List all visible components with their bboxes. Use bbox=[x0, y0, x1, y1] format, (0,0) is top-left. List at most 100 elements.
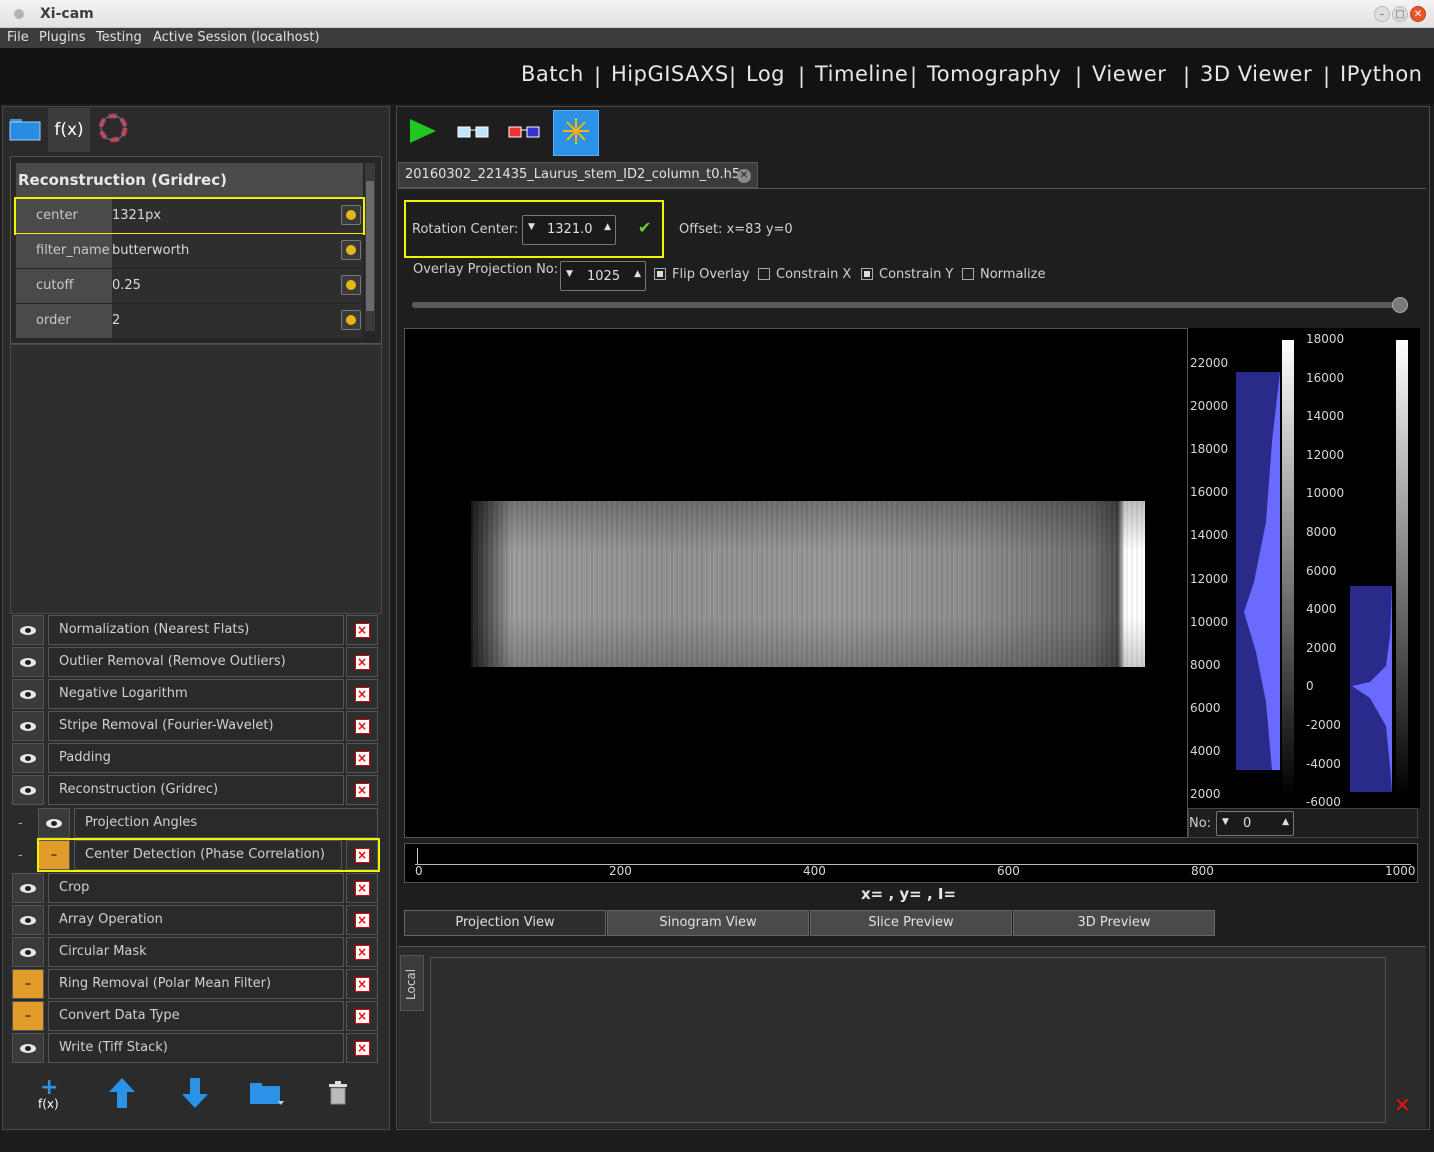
projection-image-view[interactable] bbox=[404, 328, 1188, 838]
param-value[interactable]: butterworth bbox=[112, 243, 189, 258]
constrain-y-checkbox[interactable]: Constrain Y bbox=[861, 267, 953, 282]
visibility-toggle[interactable] bbox=[12, 743, 44, 773]
param-row-order[interactable]: order 2 bbox=[16, 304, 363, 338]
move-up-button[interactable] bbox=[102, 1075, 142, 1115]
tab-lifesaver[interactable] bbox=[92, 108, 134, 152]
param-value[interactable]: 0.25 bbox=[112, 278, 141, 293]
param-row-center[interactable]: center 1321px bbox=[14, 197, 365, 235]
tab-local[interactable]: Local bbox=[400, 955, 424, 1011]
nav-ipython[interactable]: IPython bbox=[1340, 62, 1423, 86]
function-row[interactable]: Circular Mask × bbox=[12, 937, 380, 967]
visibility-toggle[interactable] bbox=[38, 840, 70, 870]
visibility-toggle[interactable] bbox=[12, 615, 44, 645]
param-value[interactable]: 2 bbox=[112, 313, 120, 328]
histogram-projection[interactable]: 18000 16000 14000 12000 10000 8000 6000 4000 200… bbox=[1302, 328, 1420, 809]
function-row[interactable]: Convert Data Type × bbox=[12, 1001, 380, 1031]
function-name[interactable]: Projection Angles bbox=[74, 808, 378, 838]
gradient-bar[interactable] bbox=[1396, 340, 1408, 796]
nav-hipgisaxs[interactable]: HipGISAXS bbox=[611, 62, 729, 86]
param-row-cutoff[interactable]: cutoff 0.25 bbox=[16, 269, 363, 303]
param-scrollbar[interactable] bbox=[365, 163, 375, 331]
nav-viewer[interactable]: Viewer bbox=[1092, 62, 1166, 86]
function-name[interactable]: Array Operation bbox=[48, 905, 344, 935]
function-row[interactable]: Crop × bbox=[12, 873, 380, 903]
gradient-bar[interactable] bbox=[1282, 340, 1294, 796]
delete-function-button[interactable]: × bbox=[346, 711, 378, 741]
function-name[interactable]: Circular Mask bbox=[48, 937, 344, 967]
tab-projection-view[interactable]: Projection View bbox=[404, 910, 606, 936]
visibility-toggle[interactable] bbox=[38, 808, 70, 838]
tab-sinogram-view[interactable]: Sinogram View bbox=[607, 910, 809, 936]
tab-files[interactable] bbox=[4, 108, 46, 152]
function-name[interactable]: Negative Logarithm bbox=[48, 679, 344, 709]
delete-function-button[interactable]: × bbox=[346, 647, 378, 677]
spin-up-icon[interactable]: ▲ bbox=[634, 269, 641, 279]
move-down-button[interactable] bbox=[175, 1075, 215, 1115]
function-name[interactable]: Convert Data Type bbox=[48, 1001, 344, 1031]
timeline-marker[interactable] bbox=[417, 848, 418, 864]
delete-function-button[interactable]: × bbox=[346, 840, 378, 870]
nav-3d-viewer[interactable]: 3D Viewer bbox=[1200, 62, 1312, 86]
visibility-toggle[interactable] bbox=[12, 937, 44, 967]
histogram-overlay[interactable]: 22000 20000 18000 16000 14000 12000 10000 8000 6… bbox=[1188, 328, 1302, 808]
visibility-toggle[interactable] bbox=[12, 1001, 44, 1031]
visibility-toggle[interactable] bbox=[12, 647, 44, 677]
center-detection-button[interactable] bbox=[553, 110, 599, 156]
minimize-icon[interactable]: – bbox=[1374, 6, 1390, 22]
visibility-toggle[interactable] bbox=[12, 905, 44, 935]
tab-3d-preview[interactable]: 3D Preview bbox=[1013, 910, 1215, 936]
function-row[interactable]: Array Operation × bbox=[12, 905, 380, 935]
frame-number-spinbox[interactable]: ▼ 0 ▲ bbox=[1216, 811, 1294, 836]
delete-function-button[interactable]: × bbox=[346, 905, 378, 935]
function-row[interactable]: Outlier Removal (Remove Outliers) × bbox=[12, 647, 380, 677]
delete-function-button[interactable]: × bbox=[346, 1001, 378, 1031]
param-value[interactable]: 1321px bbox=[112, 208, 161, 223]
reset-icon[interactable] bbox=[341, 310, 361, 330]
spin-down-icon[interactable]: ▼ bbox=[528, 222, 535, 232]
delete-function-button[interactable]: × bbox=[346, 873, 378, 903]
function-row[interactable]: Ring Removal (Polar Mean Filter) × bbox=[12, 969, 380, 999]
nav-batch[interactable]: Batch bbox=[521, 62, 584, 86]
delete-function-button[interactable]: × bbox=[346, 679, 378, 709]
delete-function-button[interactable]: × bbox=[346, 1033, 378, 1063]
visibility-toggle[interactable] bbox=[12, 873, 44, 903]
nav-tomography[interactable]: Tomography bbox=[927, 62, 1061, 86]
function-name[interactable]: Ring Removal (Polar Mean Filter) bbox=[48, 969, 344, 999]
param-row-filter-name[interactable]: filter_name butterworth bbox=[16, 234, 363, 268]
delete-function-button[interactable]: × bbox=[346, 775, 378, 805]
visibility-toggle[interactable] bbox=[12, 711, 44, 741]
maximize-icon[interactable]: □ bbox=[1392, 6, 1408, 22]
overlay-slider-track[interactable] bbox=[412, 302, 1408, 308]
delete-function-button[interactable]: × bbox=[346, 615, 378, 645]
function-name[interactable]: Outlier Removal (Remove Outliers) bbox=[48, 647, 344, 677]
function-row[interactable]: - Center Detection (Phase Correlation) × bbox=[12, 838, 380, 872]
clear-button[interactable] bbox=[318, 1075, 358, 1115]
constrain-x-checkbox[interactable]: Constrain X bbox=[758, 267, 851, 282]
function-name[interactable]: Stripe Removal (Fourier-Wavelet) bbox=[48, 711, 344, 741]
spin-down-icon[interactable]: ▼ bbox=[566, 269, 573, 279]
overlay-slider-handle[interactable] bbox=[1392, 297, 1408, 313]
spin-up-icon[interactable]: ▲ bbox=[604, 222, 611, 232]
close-icon[interactable]: ✕ bbox=[1410, 6, 1426, 22]
console-output[interactable] bbox=[430, 957, 1386, 1123]
check-icon[interactable]: ✔ bbox=[638, 218, 651, 237]
delete-function-button[interactable]: × bbox=[346, 743, 378, 773]
menu-active-session[interactable]: Active Session (localhost) bbox=[153, 30, 320, 45]
delete-function-button[interactable]: × bbox=[346, 937, 378, 967]
menu-file[interactable]: File bbox=[7, 30, 29, 45]
flip-overlay-checkbox[interactable]: Flip Overlay bbox=[654, 267, 750, 282]
function-row[interactable]: Stripe Removal (Fourier-Wavelet) × bbox=[12, 711, 380, 741]
timeline-plot[interactable]: 0 200 400 600 800 1000 bbox=[404, 843, 1418, 883]
function-name[interactable]: Normalization (Nearest Flats) bbox=[48, 615, 344, 645]
3d-preview-button[interactable] bbox=[501, 110, 547, 156]
open-workflow-button[interactable] bbox=[246, 1075, 286, 1115]
spin-up-icon[interactable]: ▲ bbox=[1282, 817, 1289, 827]
nav-timeline[interactable]: Timeline bbox=[815, 62, 908, 86]
file-tab[interactable]: 20160302_221435_Laurus_stem_ID2_column_t… bbox=[398, 162, 758, 188]
delete-function-button[interactable]: × bbox=[346, 969, 378, 999]
visibility-toggle[interactable] bbox=[12, 1033, 44, 1063]
menu-testing[interactable]: Testing bbox=[96, 30, 142, 45]
tab-slice-preview[interactable]: Slice Preview bbox=[810, 910, 1012, 936]
reset-icon[interactable] bbox=[341, 240, 361, 260]
function-row[interactable]: Normalization (Nearest Flats) × bbox=[12, 615, 380, 645]
